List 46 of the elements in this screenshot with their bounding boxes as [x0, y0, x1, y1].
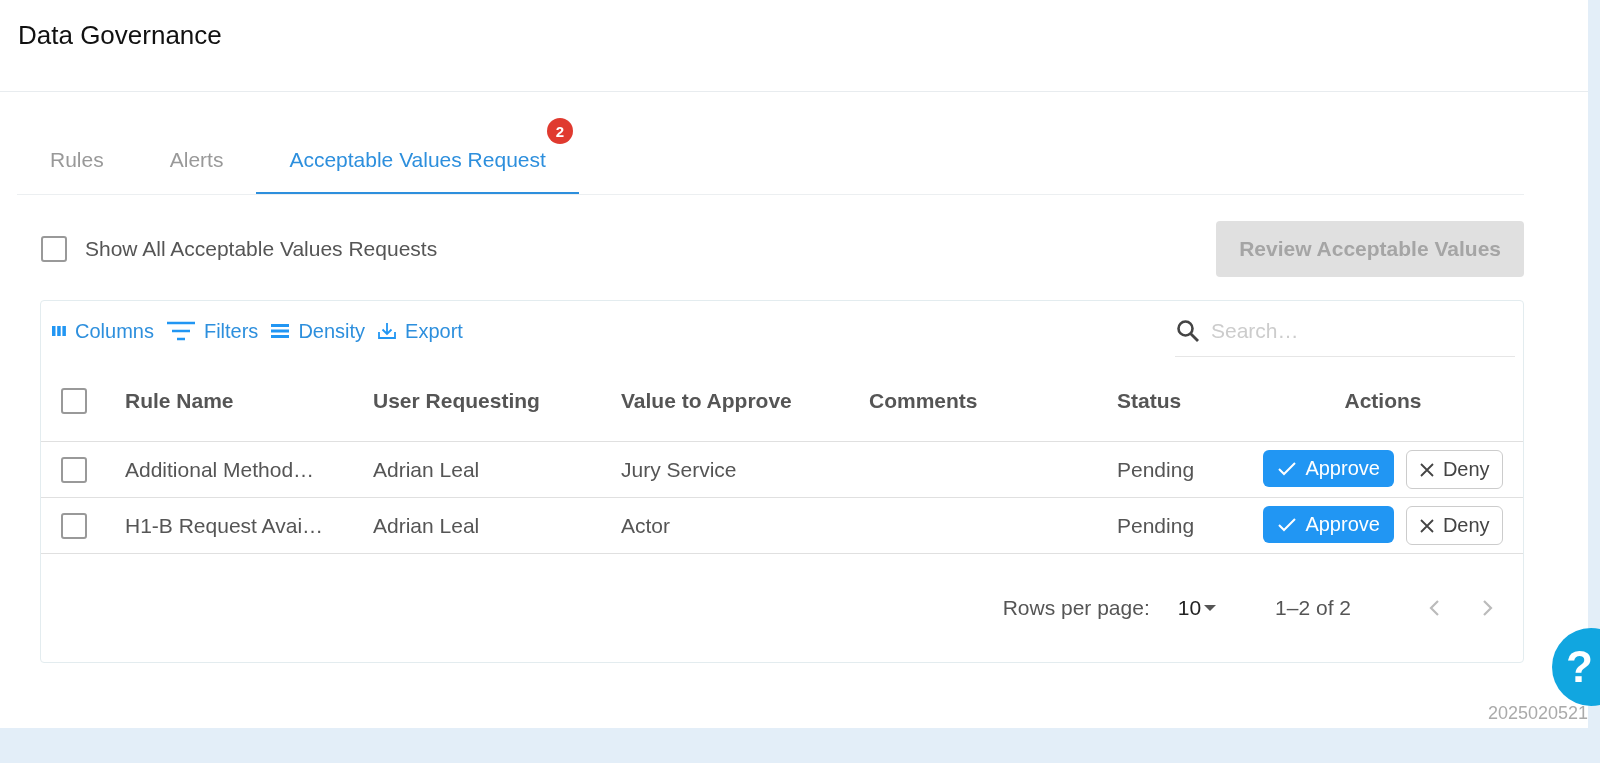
toolbar-button[interactable]: Density	[270, 319, 366, 343]
approve-button[interactable]: Approve	[1263, 506, 1394, 543]
tab[interactable]: Alerts	[136, 118, 257, 194]
approve-button[interactable]: Approve	[1263, 450, 1394, 487]
row-checkbox[interactable]	[61, 512, 87, 539]
toolbar-button[interactable]: Filters	[165, 319, 259, 343]
close-icon	[1418, 517, 1435, 534]
page-range: 1–2 of 2	[1275, 596, 1351, 620]
column-header[interactable]: Comments	[869, 389, 978, 412]
filter-icon	[165, 319, 196, 343]
rows-per-page-label: Rows per page:	[1002, 596, 1150, 620]
column-header[interactable]: Actions	[1344, 389, 1422, 413]
table-cell: H1-B Request Avai…	[125, 513, 324, 537]
table-cell: Actor	[621, 513, 670, 537]
table-cell: Adrian Leal	[373, 513, 480, 537]
checkbox-label: Show All Acceptable Values Requests	[85, 237, 438, 261]
columns-icon	[51, 324, 67, 338]
density-icon	[270, 323, 291, 339]
column-header[interactable]: Status	[1117, 389, 1182, 412]
rows-per-page-select[interactable]: 10	[1171, 595, 1224, 621]
table-cell: Additional Method…	[125, 457, 315, 481]
table-cell: Pending	[1117, 457, 1195, 481]
check-icon	[1277, 460, 1298, 477]
check-icon	[1277, 516, 1298, 533]
page-title: Data Governance	[18, 20, 222, 51]
select-all-checkbox[interactable]	[61, 388, 87, 414]
table-cell: Pending	[1117, 513, 1195, 537]
toolbar-button[interactable]: Export	[377, 319, 463, 343]
checkbox[interactable]	[41, 236, 67, 262]
version-label: 2025020521	[1487, 703, 1588, 724]
column-header[interactable]: Rule Name	[125, 389, 234, 412]
close-icon	[1418, 461, 1435, 478]
search-icon	[1175, 317, 1201, 344]
column-header[interactable]: Value to Approve	[621, 389, 792, 412]
column-header[interactable]: User Requesting	[373, 389, 540, 412]
count-badge: 2	[546, 118, 573, 144]
download-icon	[377, 322, 398, 340]
deny-button[interactable]: Deny	[1405, 506, 1503, 545]
caret-icon	[1203, 603, 1218, 613]
deny-button[interactable]: Deny	[1405, 450, 1503, 489]
tab[interactable]: Acceptable Values Request 2	[256, 118, 579, 194]
table-cell: Adrian Leal	[373, 457, 480, 481]
tab[interactable]: Rules	[17, 118, 137, 194]
row-checkbox[interactable]	[61, 456, 87, 483]
toolbar-button[interactable]: Columns	[51, 319, 154, 343]
table-cell: Jury Service	[621, 457, 737, 481]
